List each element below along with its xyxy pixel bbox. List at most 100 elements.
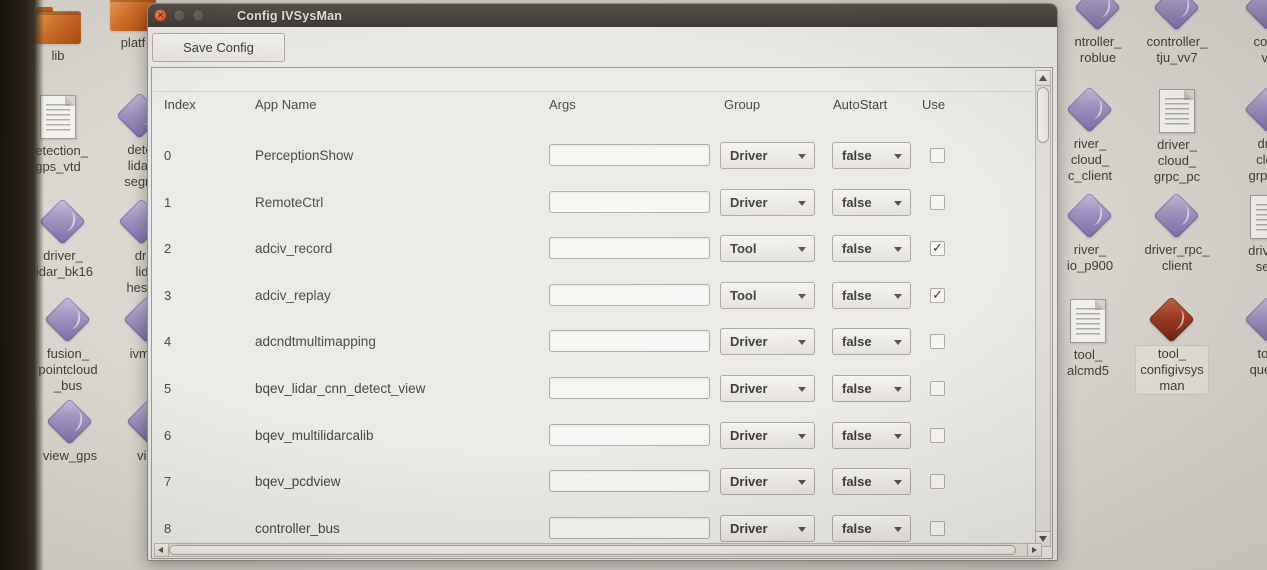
desktop-icon[interactable]: tool_ configivsys man (1127, 296, 1217, 395)
autostart-dropdown[interactable]: false (832, 375, 911, 402)
app-diamond-icon (46, 398, 94, 446)
group-dropdown-value: Tool (730, 288, 756, 303)
minimize-button[interactable] (173, 9, 186, 22)
desktop-icon[interactable]: driv clou grpc_s (1223, 86, 1267, 185)
document-icon (1070, 299, 1106, 343)
use-checkbox[interactable] (930, 195, 945, 210)
arrow-up-icon (1039, 75, 1047, 81)
chevron-down-icon (894, 247, 902, 252)
args-input[interactable] (549, 191, 710, 213)
group-dropdown[interactable]: Tool (720, 282, 815, 309)
desktop-icon-label: tool_ alcmd5 (1067, 347, 1109, 379)
horizontal-scroll-thumb[interactable] (169, 545, 1016, 555)
scroll-left-button[interactable] (155, 544, 169, 556)
chevron-down-icon (894, 154, 902, 159)
group-dropdown[interactable]: Driver (720, 328, 815, 355)
args-input[interactable] (549, 470, 710, 492)
use-checkbox[interactable] (930, 288, 945, 303)
row-index: 8 (164, 521, 171, 536)
save-config-button[interactable]: Save Config (152, 33, 285, 62)
autostart-dropdown-value: false (842, 334, 872, 349)
use-checkbox[interactable] (930, 241, 945, 256)
group-dropdown[interactable]: Driver (720, 422, 815, 449)
chevron-down-icon (798, 434, 806, 439)
autostart-dropdown[interactable]: false (832, 468, 911, 495)
table-row: 0 PerceptionShow Driver false (152, 142, 1032, 172)
desktop-icon[interactable]: tool queryr (1223, 296, 1267, 379)
chevron-down-icon (894, 201, 902, 206)
autostart-dropdown[interactable]: false (832, 515, 911, 542)
table-row: 6 bqev_multilidarcalib Driver false (152, 422, 1032, 452)
vertical-scroll-thumb[interactable] (1037, 87, 1049, 143)
args-input[interactable] (549, 330, 710, 352)
autostart-dropdown-value: false (842, 381, 872, 396)
row-index: 3 (164, 288, 171, 303)
group-dropdown[interactable]: Tool (720, 235, 815, 262)
args-input[interactable] (549, 237, 710, 259)
desktop-icon[interactable]: contr vv (1223, 0, 1267, 67)
args-input[interactable] (549, 377, 710, 399)
desktop-icon-label: platf (121, 35, 146, 51)
group-dropdown[interactable]: Driver (720, 468, 815, 495)
table-row: 4 adcndtmultimapping Driver false (152, 328, 1032, 358)
desktop-icon-label: view_gps (43, 448, 97, 464)
desktop-icon[interactable]: driver_rpc_ client (1132, 192, 1222, 275)
document-icon (1159, 89, 1195, 133)
row-app-name: adciv_record (255, 241, 332, 256)
use-checkbox[interactable] (930, 334, 945, 349)
group-dropdown[interactable]: Driver (720, 515, 815, 542)
group-dropdown[interactable]: Driver (720, 142, 815, 169)
close-button[interactable] (154, 9, 167, 22)
autostart-dropdown[interactable]: false (832, 422, 911, 449)
autostart-dropdown[interactable]: false (832, 189, 911, 216)
chevron-down-icon (798, 294, 806, 299)
desktop-icon[interactable]: river_ io_p900 (1045, 192, 1135, 275)
column-header-group: Group (724, 97, 760, 112)
group-dropdown-value: Driver (730, 381, 768, 396)
app-diamond-icon (1066, 86, 1114, 134)
use-checkbox[interactable] (930, 521, 945, 536)
scroll-right-button[interactable] (1027, 544, 1041, 556)
desktop-icon[interactable]: controller_ tju_vv7 (1132, 0, 1222, 67)
row-index: 1 (164, 195, 171, 210)
chevron-down-icon (798, 480, 806, 485)
group-dropdown-value: Driver (730, 195, 768, 210)
args-input[interactable] (549, 424, 710, 446)
vertical-scrollbar[interactable] (1035, 70, 1051, 547)
chevron-down-icon (798, 527, 806, 532)
maximize-button[interactable] (192, 9, 205, 22)
scroll-up-button[interactable] (1036, 71, 1050, 86)
autostart-dropdown[interactable]: false (832, 328, 911, 355)
use-checkbox[interactable] (930, 148, 945, 163)
autostart-dropdown-value: false (842, 474, 872, 489)
autostart-dropdown-value: false (842, 428, 872, 443)
titlebar[interactable]: Config IVSysMan (148, 4, 1057, 27)
use-checkbox[interactable] (930, 428, 945, 443)
args-input[interactable] (549, 517, 710, 539)
column-header-autostart: AutoStart (833, 97, 887, 112)
arrow-right-icon (1032, 547, 1037, 553)
chevron-down-icon (798, 201, 806, 206)
autostart-dropdown[interactable]: false (832, 142, 911, 169)
use-checkbox[interactable] (930, 381, 945, 396)
group-dropdown-value: Driver (730, 474, 768, 489)
args-input[interactable] (549, 144, 710, 166)
autostart-dropdown[interactable]: false (832, 282, 911, 309)
group-dropdown[interactable]: Driver (720, 189, 815, 216)
desktop-icon[interactable]: river_ cloud_ c_client (1045, 86, 1135, 185)
app-diamond-icon (1066, 192, 1114, 240)
use-checkbox[interactable] (930, 474, 945, 489)
app-diamond-icon (1074, 0, 1122, 32)
desktop-icon-label: ntroller_ roblue (1075, 34, 1122, 66)
autostart-dropdown[interactable]: false (832, 235, 911, 262)
chevron-down-icon (894, 480, 902, 485)
arrow-left-icon (158, 547, 163, 553)
group-dropdown[interactable]: Driver (720, 375, 815, 402)
table-row: 7 bqev_pcdview Driver false (152, 468, 1032, 498)
row-app-name: adcndtmultimapping (255, 334, 376, 349)
desktop-icon[interactable]: driver_ serv (1223, 192, 1267, 276)
desktop-icon[interactable]: driver_ cloud_ grpc_pc (1132, 86, 1222, 186)
horizontal-scrollbar[interactable] (154, 543, 1042, 557)
args-input[interactable] (549, 284, 710, 306)
desktop-icon[interactable]: ntroller_ roblue (1053, 0, 1143, 67)
